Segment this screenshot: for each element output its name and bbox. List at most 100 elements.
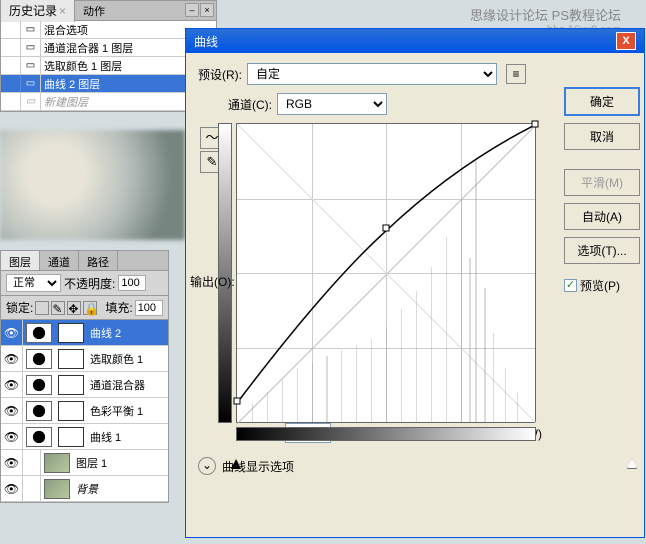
eye-icon[interactable]: 👁	[1, 398, 23, 423]
history-item-label: 混合选项	[41, 22, 88, 38]
lock-move-icon[interactable]: ✥	[67, 301, 81, 315]
layer-row[interactable]: 👁 色彩平衡 1	[1, 398, 168, 424]
close-icon[interactable]: ×	[59, 4, 66, 18]
brush-icon: ▭	[21, 21, 41, 38]
watermark-text-1: 思缘设计论坛 PS教程论坛	[470, 5, 621, 24]
fill-label: 填充:	[105, 299, 132, 316]
history-row[interactable]: ▭选取颜色 1 图层	[1, 57, 216, 75]
smooth-button: 平滑(M)	[564, 169, 640, 196]
output-label: 输出(O):	[190, 273, 235, 290]
tab-paths[interactable]: 路径	[79, 251, 118, 270]
eye-icon[interactable]: 👁	[1, 450, 23, 475]
layer-icon: ▭	[21, 75, 41, 92]
history-row[interactable]: ▭新建图层	[1, 93, 216, 111]
expand-toggle[interactable]: ⌄	[198, 457, 216, 475]
history-item-label: 选取颜色 1 图层	[41, 58, 122, 74]
dialog-buttons: 确定 取消 平滑(M) 自动(A) 选项(T)... ✓ 预览(P)	[564, 87, 640, 294]
close-button[interactable]: X	[616, 32, 636, 50]
canvas-preview	[0, 130, 185, 240]
cancel-button[interactable]: 取消	[564, 123, 640, 150]
image-thumb	[44, 479, 70, 499]
channel-select[interactable]: RGB	[277, 93, 387, 115]
preview-label: 预览(P)	[580, 277, 620, 294]
tab-history-label: 历史记录	[9, 4, 57, 18]
mask-thumb	[58, 427, 84, 447]
adjustment-thumb	[26, 375, 52, 395]
lock-label: 锁定:	[6, 299, 33, 316]
adjustment-thumb	[26, 427, 52, 447]
tab-channels[interactable]: 通道	[40, 251, 79, 270]
adjustment-thumb	[26, 349, 52, 369]
layer-name: 背景	[73, 481, 98, 497]
layer-name: 曲线 2	[87, 325, 121, 341]
curves-dialog: 曲线 X 预设(R): 自定 ≡ 通道(C): RGB 〜 ✎	[185, 28, 645, 538]
tab-layers[interactable]: 图层	[1, 251, 40, 270]
opacity-input[interactable]	[118, 275, 146, 291]
lock-paint-icon[interactable]: ✎	[51, 301, 65, 315]
layer-row[interactable]: 👁 选取颜色 1	[1, 346, 168, 372]
layer-row[interactable]: 👁 图层 1	[1, 450, 168, 476]
preset-label: 预设(R):	[198, 66, 242, 83]
eye-icon[interactable]: 👁	[1, 372, 23, 397]
history-list: ▭混合选项 ▭通道混合器 1 图层 ▭选取颜色 1 图层 ▭曲线 2 图层 ▭新…	[1, 21, 216, 111]
options-button[interactable]: 选项(T)...	[564, 237, 640, 264]
curve-control-point[interactable]	[532, 121, 539, 128]
layers-options-row: 正常 不透明度:	[1, 271, 168, 296]
layer-icon: ▭	[21, 57, 41, 74]
tab-history[interactable]: 历史记录×	[1, 0, 75, 22]
layer-name: 色彩平衡 1	[87, 403, 143, 419]
curve-control-point[interactable]	[383, 225, 390, 232]
history-tabs: 历史记录× 动作 – ×	[1, 1, 216, 21]
lock-all-icon[interactable]: 🔒	[83, 301, 97, 315]
preset-select[interactable]: 自定	[247, 63, 497, 85]
layers-tabs: 图层 通道 路径	[1, 251, 168, 271]
mask-thumb	[58, 349, 84, 369]
blend-mode-select[interactable]: 正常	[6, 274, 61, 292]
adjustment-thumb	[26, 323, 52, 343]
eye-icon[interactable]: 👁	[1, 476, 23, 501]
mask-thumb	[58, 401, 84, 421]
layers-panel: 图层 通道 路径 正常 不透明度: 锁定: ✎ ✥ 🔒 填充: 👁 曲线 2 👁 选…	[0, 250, 169, 503]
history-item-label: 通道混合器 1 图层	[41, 40, 133, 56]
curve-grid[interactable]	[236, 123, 536, 423]
layer-name: 曲线 1	[87, 429, 121, 445]
lock-transparency-icon[interactable]	[35, 301, 49, 315]
opacity-label: 不透明度:	[64, 275, 115, 292]
history-row[interactable]: ▭通道混合器 1 图层	[1, 39, 216, 57]
layer-name: 图层 1	[73, 455, 107, 471]
layer-row-selected[interactable]: 👁 曲线 2	[1, 320, 168, 346]
dialog-titlebar[interactable]: 曲线 X	[186, 29, 644, 53]
histogram	[237, 124, 535, 422]
layer-row[interactable]: 👁 背景	[1, 476, 168, 502]
tab-actions[interactable]: 动作	[75, 0, 113, 22]
channel-label: 通道(C):	[228, 96, 272, 113]
adjustment-thumb	[26, 401, 52, 421]
history-row[interactable]: ▭混合选项	[1, 21, 216, 39]
image-thumb	[44, 453, 70, 473]
history-row-selected[interactable]: ▭曲线 2 图层	[1, 75, 216, 93]
minimize-icon[interactable]: –	[185, 3, 199, 17]
layer-name: 通道混合器	[87, 377, 145, 393]
panel-close-icon[interactable]: ×	[200, 3, 214, 17]
layer-icon: ▭	[21, 93, 41, 110]
curve-control-point[interactable]	[234, 398, 241, 405]
ok-button[interactable]: 确定	[564, 87, 640, 116]
layers-list: 👁 曲线 2 👁 选取颜色 1 👁 通道混合器 👁 色彩平衡 1 👁 曲线 1 👁 图层 1…	[1, 320, 168, 502]
preset-menu-icon[interactable]: ≡	[506, 64, 526, 84]
eye-icon[interactable]: 👁	[1, 320, 23, 345]
auto-button[interactable]: 自动(A)	[564, 203, 640, 230]
eye-icon[interactable]: 👁	[1, 424, 23, 449]
mask-thumb	[58, 323, 84, 343]
mask-thumb	[58, 375, 84, 395]
preview-checkbox[interactable]: ✓ 预览(P)	[564, 277, 640, 294]
layer-icon: ▭	[21, 39, 41, 56]
layer-name: 选取颜色 1	[87, 351, 143, 367]
dialog-title: 曲线	[194, 33, 218, 50]
input-gradient	[236, 427, 536, 441]
history-item-label: 曲线 2 图层	[41, 76, 100, 92]
eye-icon[interactable]: 👁	[1, 346, 23, 371]
layer-row[interactable]: 👁 通道混合器	[1, 372, 168, 398]
checkbox-checked-icon: ✓	[564, 279, 577, 292]
layer-row[interactable]: 👁 曲线 1	[1, 424, 168, 450]
fill-input[interactable]	[135, 300, 163, 316]
